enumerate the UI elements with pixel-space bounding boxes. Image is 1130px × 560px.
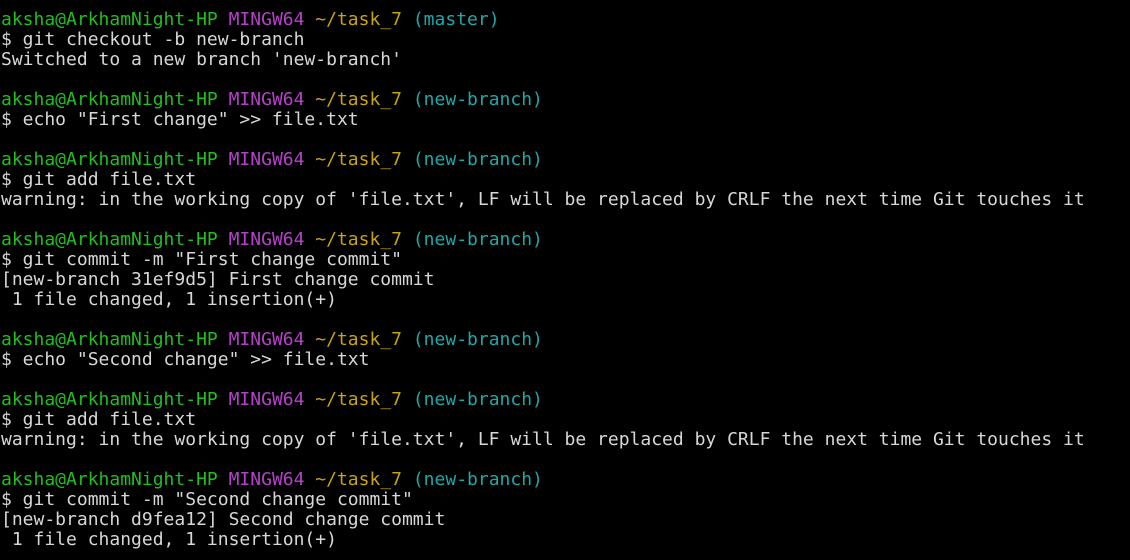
line-text: [new-branch d9fea12] Second change commi… [1,510,446,530]
prompt-user-host: aksha@ArkhamNight-HP [1,90,218,110]
output-line: $ git add file.txt [1,170,1130,190]
line-text: $ git commit -m "Second change commit" [1,490,413,510]
output-line: $ git commit -m "Second change commit" [1,490,1130,510]
prompt-line: aksha@ArkhamNight-HP MINGW64 ~/task_7 (n… [1,230,1130,250]
prompt-line: aksha@ArkhamNight-HP MINGW64 ~/task_7 (n… [1,390,1130,410]
line-text: $ echo "First change" >> file.txt [1,110,359,130]
prompt-branch: (new-branch) [412,390,543,410]
line-text: warning: in the working copy of 'file.tx… [1,190,1085,210]
line-text: $ echo "Second change" >> file.txt [1,350,370,370]
prompt-line: aksha@ArkhamNight-HP MINGW64 ~/task_7 (n… [1,150,1130,170]
prompt-user-host: aksha@ArkhamNight-HP [1,330,218,350]
prompt-system: MINGW64 [228,150,305,170]
line-text: $ git add file.txt [1,170,197,190]
prompt-path: ~/task_7 [315,230,402,250]
prompt-branch: (new-branch) [412,470,543,490]
prompt-system: MINGW64 [228,10,305,30]
prompt-system: MINGW64 [228,390,305,410]
output-line: 1 file changed, 1 insertion(+) [1,530,1130,550]
prompt-system: MINGW64 [228,230,305,250]
prompt-branch: (new-branch) [412,90,543,110]
prompt-branch: (new-branch) [412,330,543,350]
prompt-path: ~/task_7 [315,90,402,110]
line-text: $ git commit -m "First change commit" [1,250,402,270]
prompt-line: aksha@ArkhamNight-HP MINGW64 ~/task_7 (n… [1,90,1130,110]
output-line: $ git commit -m "First change commit" [1,250,1130,270]
prompt-user-host: aksha@ArkhamNight-HP [1,230,218,250]
output-line: $ echo "Second change" >> file.txt [1,350,1130,370]
output-line: [new-branch d9fea12] Second change commi… [1,510,1130,530]
output-line: 1 file changed, 1 insertion(+) [1,290,1130,310]
prompt-path: ~/task_7 [315,10,402,30]
prompt-path: ~/task_7 [315,330,402,350]
line-text: warning: in the working copy of 'file.tx… [1,430,1085,450]
prompt-branch: (master) [412,10,500,30]
output-line: $ git add file.txt [1,410,1130,430]
prompt-branch: (new-branch) [412,150,543,170]
output-line: Switched to a new branch 'new-branch' [1,50,1130,70]
line-text: 1 file changed, 1 insertion(+) [1,530,337,550]
prompt-line: aksha@ArkhamNight-HP MINGW64 ~/task_7 (m… [1,10,1130,30]
prompt-user-host: aksha@ArkhamNight-HP [1,390,218,410]
terminal-output: aksha@ArkhamNight-HP MINGW64 ~/task_7 (m… [1,10,1130,550]
prompt-system: MINGW64 [228,470,305,490]
prompt-path: ~/task_7 [315,150,402,170]
output-line: warning: in the working copy of 'file.tx… [1,190,1130,210]
line-text: Switched to a new branch 'new-branch' [1,50,402,70]
prompt-system: MINGW64 [228,330,305,350]
terminal-window[interactable]: aksha@ArkhamNight-HP MINGW64 ~/task_7 (m… [0,0,1130,560]
line-text: $ git checkout -b new-branch [1,30,305,50]
prompt-user-host: aksha@ArkhamNight-HP [1,150,218,170]
output-line: $ git checkout -b new-branch [1,30,1130,50]
prompt-system: MINGW64 [228,90,305,110]
prompt-user-host: aksha@ArkhamNight-HP [1,470,218,490]
line-text: $ git add file.txt [1,410,197,430]
prompt-path: ~/task_7 [315,390,402,410]
prompt-branch: (new-branch) [412,230,543,250]
prompt-line: aksha@ArkhamNight-HP MINGW64 ~/task_7 (n… [1,330,1130,350]
line-text: 1 file changed, 1 insertion(+) [1,290,337,310]
prompt-line: aksha@ArkhamNight-HP MINGW64 ~/task_7 (n… [1,470,1130,490]
prompt-path: ~/task_7 [315,470,402,490]
output-line: [new-branch 31ef9d5] First change commit [1,270,1130,290]
line-text: [new-branch 31ef9d5] First change commit [1,270,435,290]
output-line: $ echo "First change" >> file.txt [1,110,1130,130]
prompt-user-host: aksha@ArkhamNight-HP [1,10,218,30]
output-line: warning: in the working copy of 'file.tx… [1,430,1130,450]
